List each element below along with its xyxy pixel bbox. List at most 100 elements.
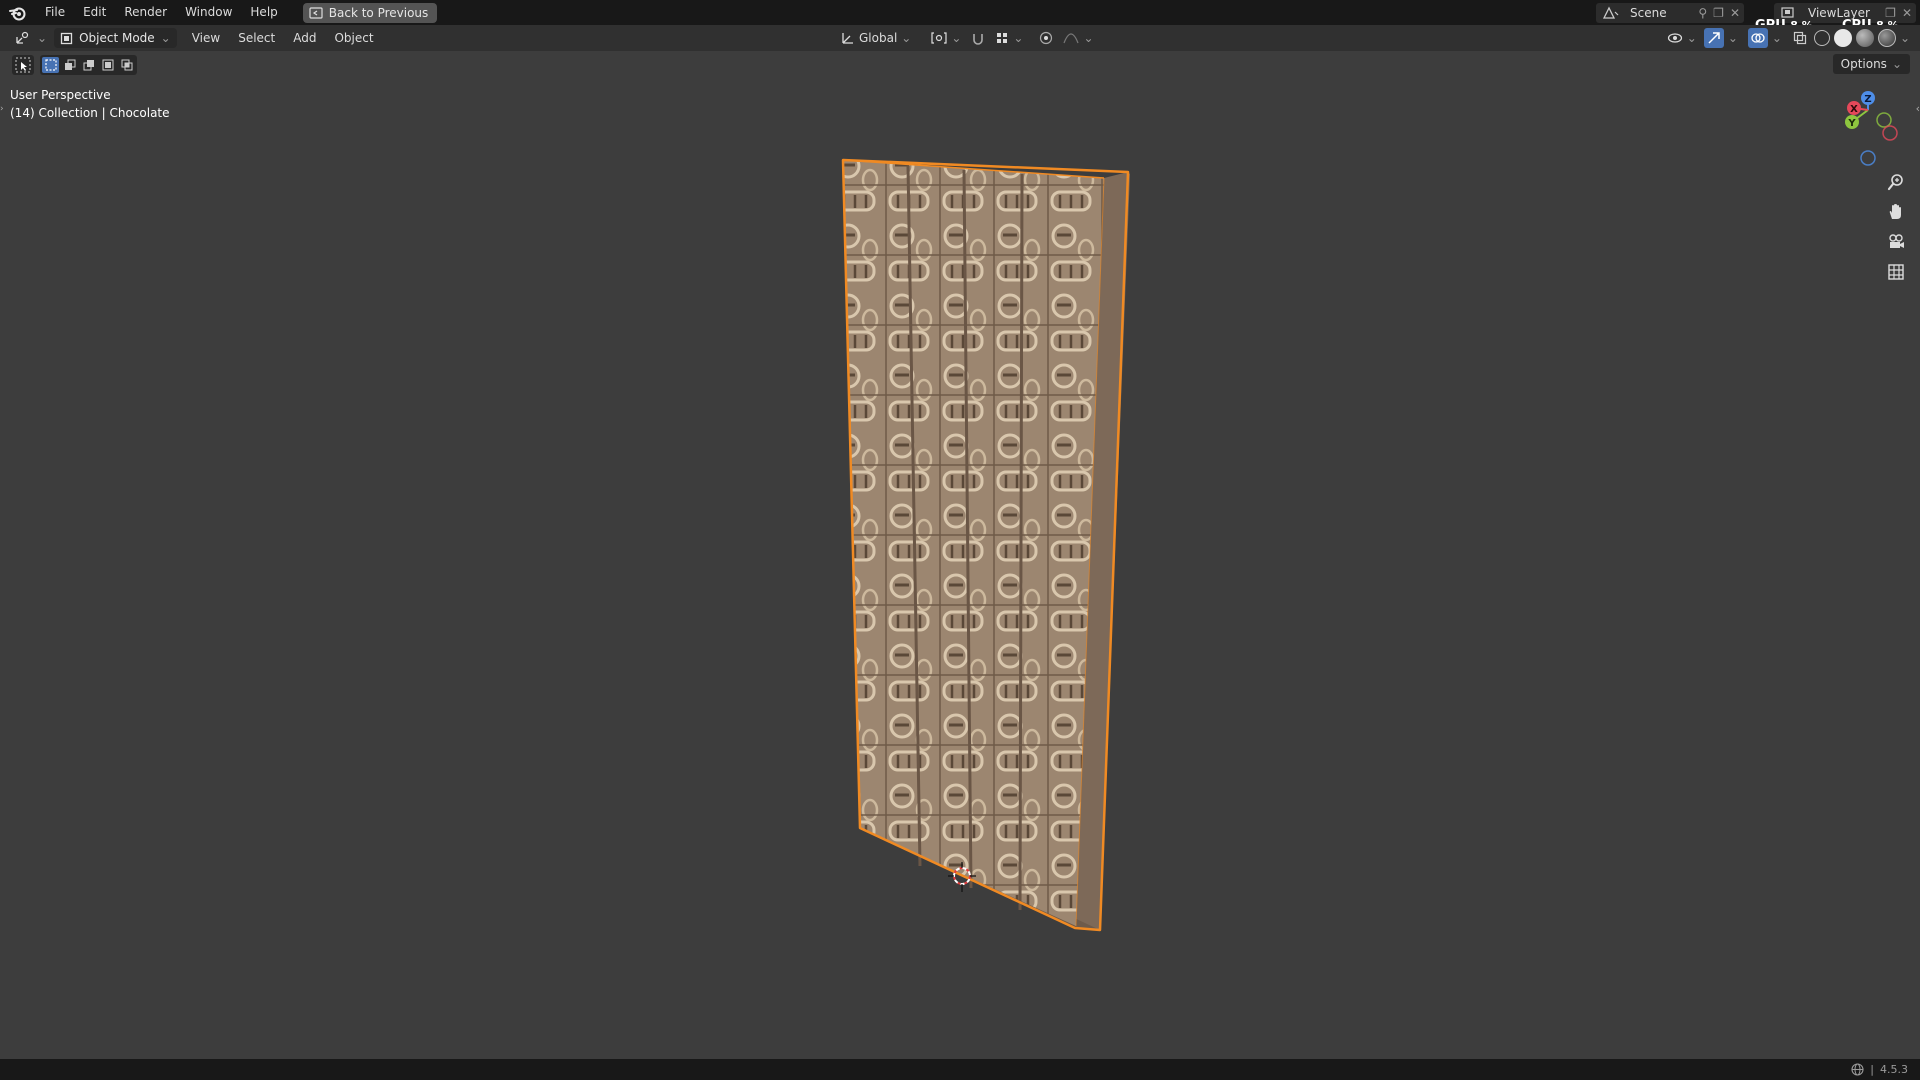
snap-toggle[interactable] (968, 28, 988, 48)
object-mode-label: Object Mode (79, 31, 155, 45)
select-intersect-icon (121, 59, 132, 71)
menu-view[interactable]: View (183, 25, 229, 51)
menu-edit[interactable]: Edit (74, 0, 115, 25)
close-scene-icon[interactable]: ✕ (1730, 6, 1740, 20)
separator: | (1870, 1063, 1874, 1076)
wireframe-shading-button[interactable] (1813, 30, 1830, 46)
chevron-down-icon: ⌄ (1083, 31, 1094, 45)
viewport-display-tools: ⌄ ⌄ ⌄ ⌄ (1664, 28, 1910, 48)
collection-label: (14) Collection | Chocolate (10, 106, 170, 120)
navigation-gizmo[interactable]: X Z Y (1830, 86, 1920, 166)
select-invert-icon (102, 59, 113, 71)
scene-selector[interactable]: Scene ⚲ ❐ ✕ (1596, 2, 1744, 23)
blender-logo-icon[interactable] (0, 0, 36, 25)
gizmo-neg-y-icon[interactable] (1876, 112, 1892, 128)
menu-window[interactable]: Window (176, 0, 241, 25)
sidebar-toggle-icon[interactable]: ‹ (1916, 102, 1920, 115)
pan-button[interactable] (1882, 198, 1910, 226)
chevron-down-icon[interactable]: ⌄ (1900, 31, 1910, 45)
gizmo-z-label: Z (1864, 94, 1871, 105)
menu-select[interactable]: Select (229, 25, 284, 51)
scene-icon (1602, 6, 1619, 19)
ortho-toggle-button[interactable] (1882, 258, 1910, 286)
select-extend-icon (64, 59, 75, 70)
options-dropdown[interactable]: Options ⌄ (1832, 54, 1910, 74)
object-mode-icon (60, 32, 73, 44)
select-invert-button[interactable] (99, 57, 116, 73)
gizmo-y-label: Y (1847, 118, 1856, 129)
top-menu-bar: File Edit Render Window Help Back to Pre… (0, 0, 1920, 32)
select-intersect-button[interactable] (118, 57, 135, 73)
close-view-layer-icon[interactable]: ✕ (1902, 6, 1912, 20)
transform-tools: Global ⌄ ⌄ ⌄ ⌄ (838, 28, 1097, 48)
new-scene-icon[interactable]: ❐ (1713, 6, 1724, 20)
version-label: 4.5.3 (1880, 1063, 1908, 1076)
version-info: | 4.5.3 (1851, 1063, 1908, 1076)
orientation-label: Global (859, 31, 898, 45)
chevron-down-icon: ⌄ (37, 31, 48, 45)
proportional-falloff-dropdown[interactable]: ⌄ (1060, 28, 1096, 48)
menu-help[interactable]: Help (241, 0, 286, 25)
ortho-grid-icon (1888, 264, 1904, 280)
chocolate-bar-model[interactable] (830, 150, 1150, 940)
menu-render[interactable]: Render (115, 0, 176, 25)
zoom-button[interactable] (1882, 168, 1910, 196)
perspective-label: User Perspective (10, 88, 111, 102)
visibility-icon (1667, 33, 1682, 43)
select-subtract-button[interactable] (80, 57, 97, 73)
select-subtract-icon (83, 60, 94, 71)
chocolate-front-face (843, 160, 1104, 926)
tool-settings-row (12, 54, 137, 76)
chevron-down-icon: ⌄ (1013, 31, 1024, 45)
proportional-editing-toggle[interactable] (1036, 28, 1056, 48)
falloff-curve-icon (1063, 33, 1080, 44)
gizmo-neg-x-icon[interactable] (1882, 125, 1898, 141)
zoom-icon (1887, 174, 1903, 191)
camera-view-button[interactable] (1882, 228, 1910, 256)
chevron-down-icon[interactable]: ⌄ (1728, 31, 1738, 45)
selection-mode-group (40, 55, 137, 75)
menu-object[interactable]: Object (325, 25, 382, 51)
proportional-editing-icon (1040, 31, 1053, 45)
pin-icon[interactable]: ⚲ (1698, 6, 1707, 20)
object-mode-dropdown[interactable]: Object Mode ⌄ (54, 28, 177, 48)
select-new-icon (44, 59, 57, 71)
back-to-previous-label: Back to Previous (328, 5, 429, 20)
viewport-info: User Perspective (14) Collection | Choco… (10, 86, 170, 122)
select-cursor-icon (15, 57, 31, 73)
snap-icon (973, 34, 984, 45)
gizmo-x-label: X (1850, 104, 1858, 115)
chevron-down-icon: ⌄ (951, 31, 962, 45)
network-globe-icon (1851, 1063, 1864, 1076)
gizmo-toggle[interactable] (1703, 28, 1724, 48)
xray-toggle[interactable] (1790, 28, 1810, 48)
status-bar: | 4.5.3 (0, 1059, 1920, 1080)
select-extend-button[interactable] (61, 57, 78, 73)
editor-type-dropdown[interactable]: ⌄ (12, 28, 50, 48)
menu-add[interactable]: Add (284, 25, 325, 51)
material-preview-shading-button[interactable] (1855, 29, 1874, 47)
expand-toolbar-icon[interactable]: › (0, 104, 4, 114)
camera-view-icon (1889, 234, 1904, 248)
snap-target-dropdown[interactable]: ⌄ (992, 28, 1026, 48)
back-to-previous-icon (309, 6, 323, 19)
select-box-tool-button[interactable] (12, 55, 34, 75)
chevron-down-icon: ⌄ (160, 31, 171, 45)
pivot-point-dropdown[interactable]: ⌄ (928, 28, 964, 48)
gizmo-neg-z-icon[interactable] (1860, 150, 1876, 166)
chevron-down-icon[interactable]: ⌄ (1772, 31, 1782, 45)
menu-file[interactable]: File (36, 0, 74, 25)
solid-shading-button[interactable] (1833, 29, 1852, 47)
back-to-previous-button[interactable]: Back to Previous (302, 2, 438, 23)
select-new-button[interactable] (42, 57, 59, 73)
orientation-icon (842, 33, 853, 44)
visibility-dropdown[interactable]: ⌄ (1664, 28, 1700, 48)
overlay-toggle[interactable] (1747, 28, 1768, 48)
scene-name[interactable]: Scene (1630, 6, 1698, 20)
new-view-layer-icon[interactable]: ❐ (1885, 6, 1896, 20)
rendered-shading-button[interactable] (1877, 29, 1896, 47)
chevron-down-icon: ⌄ (1686, 31, 1697, 45)
pan-hand-icon (1889, 204, 1901, 219)
chevron-down-icon: ⌄ (901, 31, 912, 45)
transform-orientation-dropdown[interactable]: Global ⌄ (838, 28, 914, 48)
